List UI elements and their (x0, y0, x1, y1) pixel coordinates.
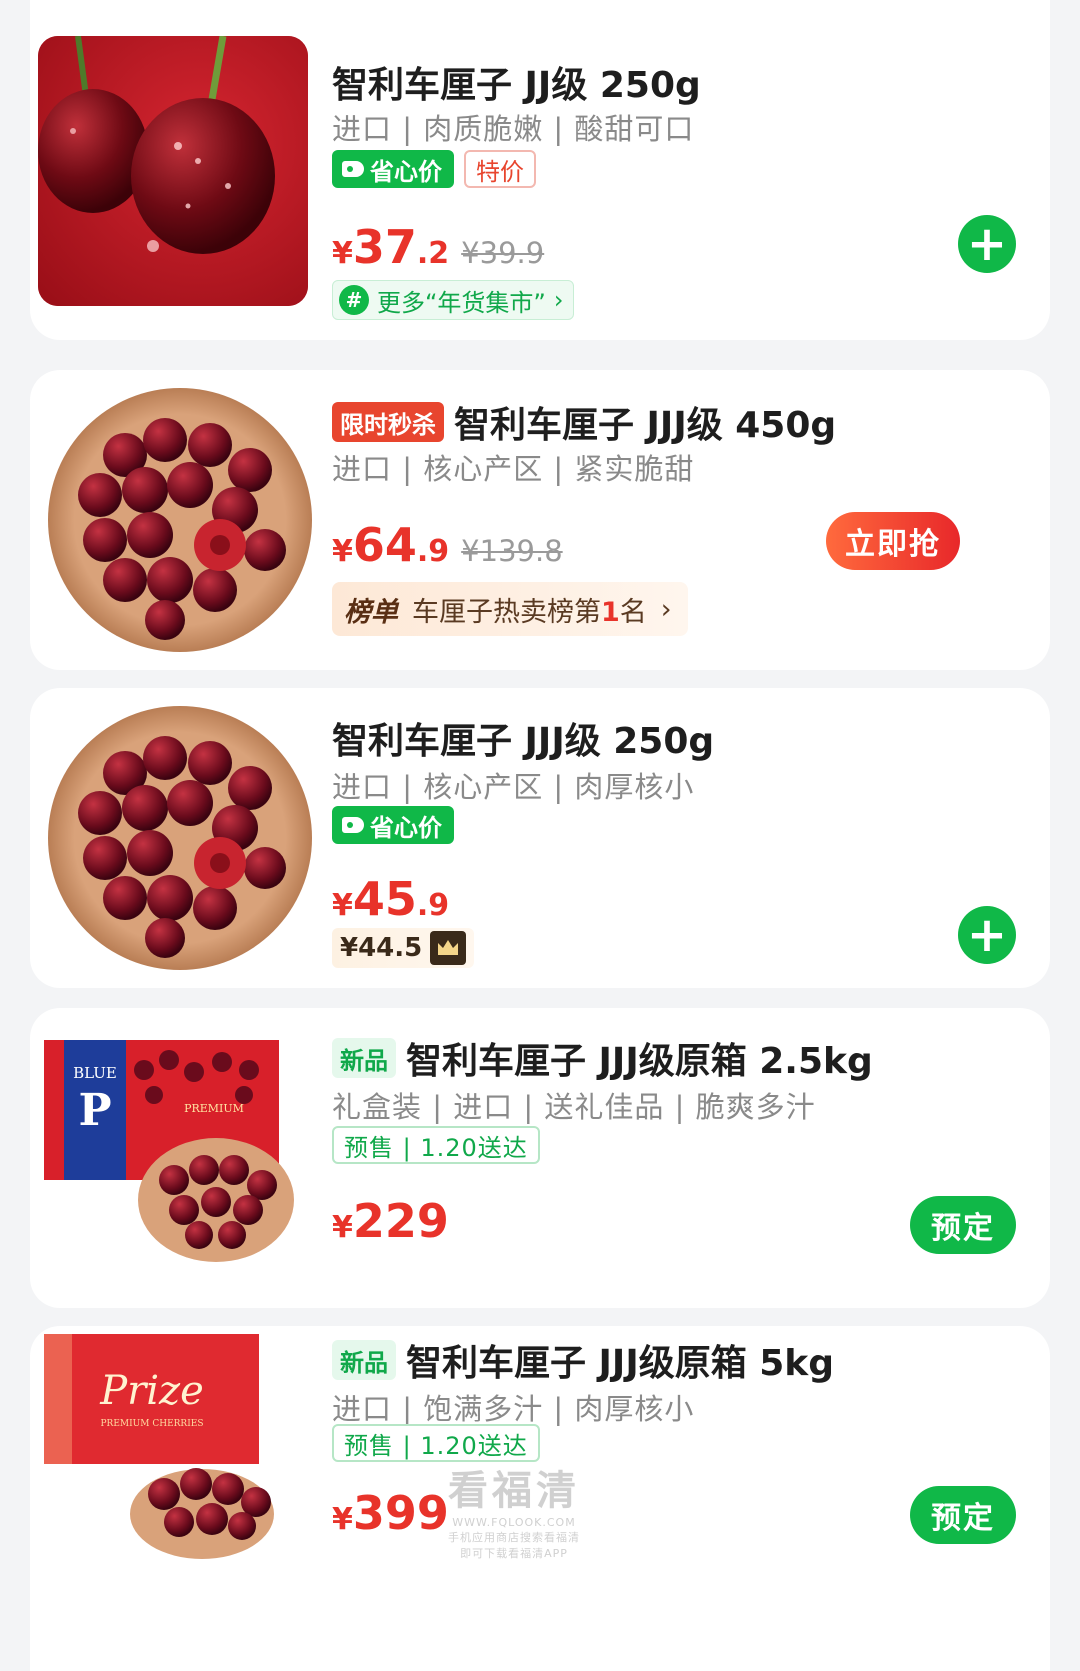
price-integer: 229 (352, 1194, 449, 1248)
chevron-right-icon: › (553, 286, 564, 314)
currency-symbol: ¥ (332, 236, 353, 271)
price: ¥ 229 (332, 1194, 449, 1248)
ranking-label: 榜单 (344, 596, 398, 628)
saver-price-tag: 省心价 (332, 806, 454, 844)
box-brand-a: BLUE (73, 1064, 117, 1082)
currency-symbol: ¥ (332, 534, 353, 569)
price-decimal: .9 (416, 534, 450, 569)
box-brand-a: Prize (99, 1368, 204, 1414)
product-image[interactable]: BLUE P PREMIUM (44, 1030, 306, 1280)
tag-row: 预售 | 1.20送达 (332, 1424, 540, 1462)
cherry-photo (38, 36, 308, 306)
currency-symbol: ¥ (332, 888, 353, 923)
new-product-tag: 新品 (332, 1340, 396, 1380)
member-crown-icon (430, 931, 467, 965)
box-brand-b: PREMIUM CHERRIES (101, 1419, 204, 1429)
price-tag-icon (342, 161, 364, 177)
cherry-bowl-photo (48, 706, 312, 970)
cherry-bowl-photo (48, 388, 312, 652)
price-integer: 37 (352, 220, 417, 274)
price-decimal: .9 (416, 888, 450, 923)
special-price-tag: 特价 (464, 150, 536, 188)
cherry-gift-box-photo: BLUE P PREMIUM (44, 1040, 294, 1262)
hash-icon: # (339, 285, 369, 315)
box-brand-c: PREMIUM (184, 1102, 244, 1115)
price-integer: 64 (352, 518, 417, 572)
saver-price-tag: 省心价 (332, 150, 454, 188)
member-price: ¥44.5 (332, 928, 475, 968)
watermark-url: WWW.FQLOOK.COM (452, 1516, 576, 1529)
product-title[interactable]: 新品 智利车厘子 JJJ级原箱 5kg (332, 1334, 834, 1386)
price: ¥ 45 .9 (332, 872, 449, 926)
product-title-text: 智利车厘子 JJ级 250g (332, 65, 701, 106)
product-title[interactable]: 新品 智利车厘子 JJJ级原箱 2.5kg (332, 1032, 873, 1084)
tag-row: 省心价 (332, 806, 454, 844)
price-integer: 399 (352, 1486, 449, 1540)
ranking-link[interactable]: 榜单 车厘子热卖榜第1名 › (332, 582, 688, 636)
presale-tag: 预售 | 1.20送达 (332, 1424, 540, 1462)
new-product-tag: 新品 (332, 1038, 396, 1078)
product-title-text: 智利车厘子 JJJ级 450g (454, 405, 837, 446)
tag-row: 预售 | 1.20送达 (332, 1126, 540, 1164)
product-image[interactable] (45, 703, 315, 973)
product-card[interactable]: BLUE P PREMIUM 新品 智利车厘子 JJJ级原箱 2.5kg 礼盒装… (30, 1008, 1050, 1308)
price: ¥ 399 (332, 1486, 449, 1540)
currency-symbol: ¥ (332, 1210, 353, 1245)
product-subtitle: 进口 | 饱满多汁 | 肉厚核小 (332, 1392, 695, 1426)
product-title-text: 智利车厘子 JJJ级原箱 2.5kg (406, 1041, 873, 1082)
currency-symbol: ¥ (332, 1502, 353, 1537)
product-subtitle: 进口 | 肉质脆嫩 | 酸甜可口 (332, 112, 695, 146)
watermark-line-c: 即可下载看福清APP (460, 1547, 568, 1560)
product-image[interactable]: Prize PREMIUM CHERRIES (44, 1334, 306, 1564)
cherry-gift-box-photo: Prize PREMIUM CHERRIES (44, 1334, 274, 1559)
watermark-main: 看福清 (448, 1468, 580, 1514)
chevron-right-icon: › (660, 593, 672, 625)
tag-row: 省心价 特价 (332, 150, 536, 188)
price-integer: 45 (352, 872, 417, 926)
product-image[interactable] (45, 385, 315, 655)
market-link[interactable]: # 更多“年货集市” › (332, 280, 575, 320)
ranking-text: 车厘子热卖榜第1名 (412, 590, 647, 629)
product-title[interactable]: 限时秒杀 智利车厘子 JJJ级 450g (332, 396, 836, 448)
product-title[interactable]: 智利车厘子 JJJ级 250g (332, 712, 714, 764)
tag-label: 省心价 (370, 813, 442, 842)
tag-label: 省心价 (370, 157, 442, 186)
price: ¥ 64 .9 ¥139.8 (332, 518, 563, 572)
presale-tag: 预售 | 1.20送达 (332, 1126, 540, 1164)
price: ¥ 37 .2 ¥39.9 (332, 220, 544, 274)
add-to-cart-button[interactable]: + (958, 906, 1016, 964)
product-image[interactable] (38, 36, 308, 306)
market-link-text: 更多“年货集市” (377, 288, 546, 317)
product-card[interactable]: 智利车厘子 JJ级 250g 进口 | 肉质脆嫩 | 酸甜可口 省心价 特价 ¥… (30, 0, 1050, 340)
product-card[interactable]: 限时秒杀 智利车厘子 JJJ级 450g 进口 | 核心产区 | 紧实脆甜 ¥ … (30, 370, 1050, 670)
product-title[interactable]: 智利车厘子 JJ级 250g (332, 56, 701, 108)
add-to-cart-button[interactable]: + (958, 215, 1016, 273)
box-brand-b: P (78, 1085, 111, 1136)
member-price-value: ¥44.5 (340, 933, 423, 963)
grab-now-button[interactable]: 立即抢 (826, 512, 960, 570)
product-subtitle: 进口 | 核心产区 | 肉厚核小 (332, 770, 695, 804)
product-card[interactable]: 智利车厘子 JJJ级 250g 进口 | 核心产区 | 肉厚核小 省心价 ¥ 4… (30, 688, 1050, 988)
price-decimal: .2 (416, 236, 450, 271)
watermark: 看福清 WWW.FQLOOK.COM 手机应用商店搜索看福清 即可下载看福清AP… (448, 1458, 580, 1561)
watermark-line-b: 手机应用商店搜索看福清 (448, 1531, 580, 1544)
product-title-text: 智利车厘子 JJJ级原箱 5kg (406, 1343, 835, 1384)
ranking-text-b: 名 (619, 596, 647, 628)
flash-sale-tag: 限时秒杀 (332, 402, 444, 442)
product-subtitle: 进口 | 核心产区 | 紧实脆甜 (332, 452, 695, 486)
reserve-button[interactable]: 预定 (910, 1486, 1016, 1544)
product-title-text: 智利车厘子 JJJ级 250g (332, 721, 715, 762)
original-price: ¥39.9 (461, 236, 545, 270)
ranking-text-a: 车厘子热卖榜第 (412, 596, 601, 628)
product-subtitle: 礼盒装 | 进口 | 送礼佳品 | 脆爽多汁 (332, 1090, 816, 1124)
reserve-button[interactable]: 预定 (910, 1196, 1016, 1254)
price-tag-icon (342, 817, 364, 833)
original-price: ¥139.8 (461, 534, 563, 568)
ranking-number: 1 (601, 596, 620, 628)
